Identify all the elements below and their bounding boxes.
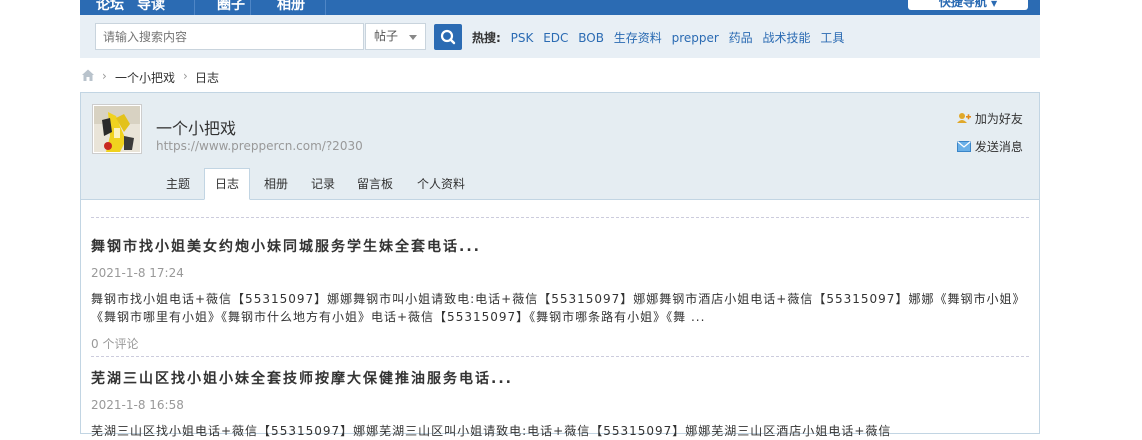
nav-divider (325, 0, 326, 15)
post-date: 2021-1-8 17:24 (91, 266, 184, 280)
space-panel: 一个小把戏 https://www.preppercn.com/?2030 加为… (80, 92, 1040, 438)
comment-count[interactable]: 0 个评论 (91, 335, 1029, 352)
nav-item-album[interactable]: 相册 (277, 0, 305, 14)
profile-header: 一个小把戏 https://www.preppercn.com/?2030 加为… (81, 93, 1039, 200)
nav-divider (250, 0, 251, 15)
hot-term[interactable]: 生存资料 (614, 31, 662, 45)
avatar[interactable] (92, 104, 142, 154)
envelope-icon (957, 141, 971, 152)
send-message-button[interactable]: 发送消息 (957, 138, 1023, 155)
hot-term[interactable]: 工具 (820, 31, 844, 45)
blog-post: 芜湖三山区找小姐小妹全套技师按摩大保健推油服务电话... 2021-1-8 16… (91, 368, 1029, 440)
tab-threads[interactable]: 主题 (156, 168, 200, 199)
quick-nav-button[interactable]: 快捷导航 ▼ (908, 0, 1028, 10)
tab-profile[interactable]: 个人资料 (407, 168, 475, 199)
search-icon (440, 29, 456, 45)
blog-post: 舞钢市找小姐美女约炮小妹同城服务学生妹全套电话... 2021-1-8 17:2… (91, 236, 1029, 352)
tab-blog[interactable]: 日志 (204, 168, 251, 200)
home-icon[interactable] (80, 67, 96, 86)
nav-item-circles[interactable]: 圈子 (217, 0, 245, 14)
breadcrumb-item-user[interactable]: 一个小把戏 (115, 69, 175, 86)
tab-guestbook[interactable]: 留言板 (347, 168, 403, 199)
divider (91, 217, 1029, 218)
hot-term[interactable]: EDC (543, 31, 568, 45)
nav-item-guide[interactable]: 导读 (137, 0, 165, 14)
breadcrumb-item-blog[interactable]: 日志 (195, 69, 219, 86)
search-input[interactable] (95, 23, 364, 50)
hot-term[interactable]: PSK (511, 31, 534, 45)
hot-term[interactable]: BOB (578, 31, 604, 45)
breadcrumb-separator: › (102, 69, 107, 83)
add-friend-button[interactable]: 加为好友 (957, 110, 1023, 127)
hot-search: 热搜: PSK EDC BOB 生存资料 prepper 药品 战术技能 工具 (472, 29, 844, 46)
post-excerpt: 芜湖三山区找小姐电话+薇信【55315097】娜娜芜湖三山区叫小姐请致电:电话+… (91, 424, 892, 438)
tab-records[interactable]: 记录 (301, 168, 345, 199)
post-excerpt: 舞钢市找小姐电话+薇信【55315097】娜娜舞钢市叫小姐请致电:电话+薇信【5… (91, 292, 1026, 324)
avatar-image (94, 106, 140, 152)
caret-down-icon (409, 35, 417, 40)
search-type-label: 帖子 (374, 29, 399, 43)
quick-nav-label: 快捷导航 (938, 0, 987, 9)
nav-item-forum[interactable]: 论坛 (96, 0, 124, 14)
search-type-select[interactable]: 帖子 (365, 23, 426, 50)
profile-name[interactable]: 一个小把戏 (156, 115, 236, 139)
breadcrumb-separator: › (183, 69, 188, 83)
post-date: 2021-1-8 16:58 (91, 398, 184, 412)
add-friend-icon (957, 113, 971, 123)
tab-album[interactable]: 相册 (254, 168, 298, 199)
profile-url[interactable]: https://www.preppercn.com/?2030 (156, 139, 363, 153)
hot-term[interactable]: 药品 (729, 31, 753, 45)
hot-term[interactable]: prepper (672, 31, 719, 45)
send-message-label: 发送消息 (974, 140, 1023, 154)
post-title[interactable]: 舞钢市找小姐美女约炮小妹同城服务学生妹全套电话... (91, 236, 1029, 256)
hot-search-label: 热搜: (472, 31, 501, 45)
chevron-down-icon: ▼ (991, 0, 998, 8)
post-title[interactable]: 芜湖三山区找小姐小妹全套技师按摩大保健推油服务电话... (91, 368, 1029, 388)
add-friend-label: 加为好友 (974, 112, 1023, 126)
hot-term[interactable]: 战术技能 (763, 31, 811, 45)
search-button[interactable] (434, 24, 462, 50)
top-nav: 论坛 导读 圈子 相册 快捷导航 ▼ (80, 0, 1040, 15)
nav-divider (194, 0, 195, 15)
divider (91, 356, 1029, 357)
search-bar: 帖子 热搜: PSK EDC BOB 生存资料 prepper 药品 战术技能 … (80, 15, 1040, 58)
